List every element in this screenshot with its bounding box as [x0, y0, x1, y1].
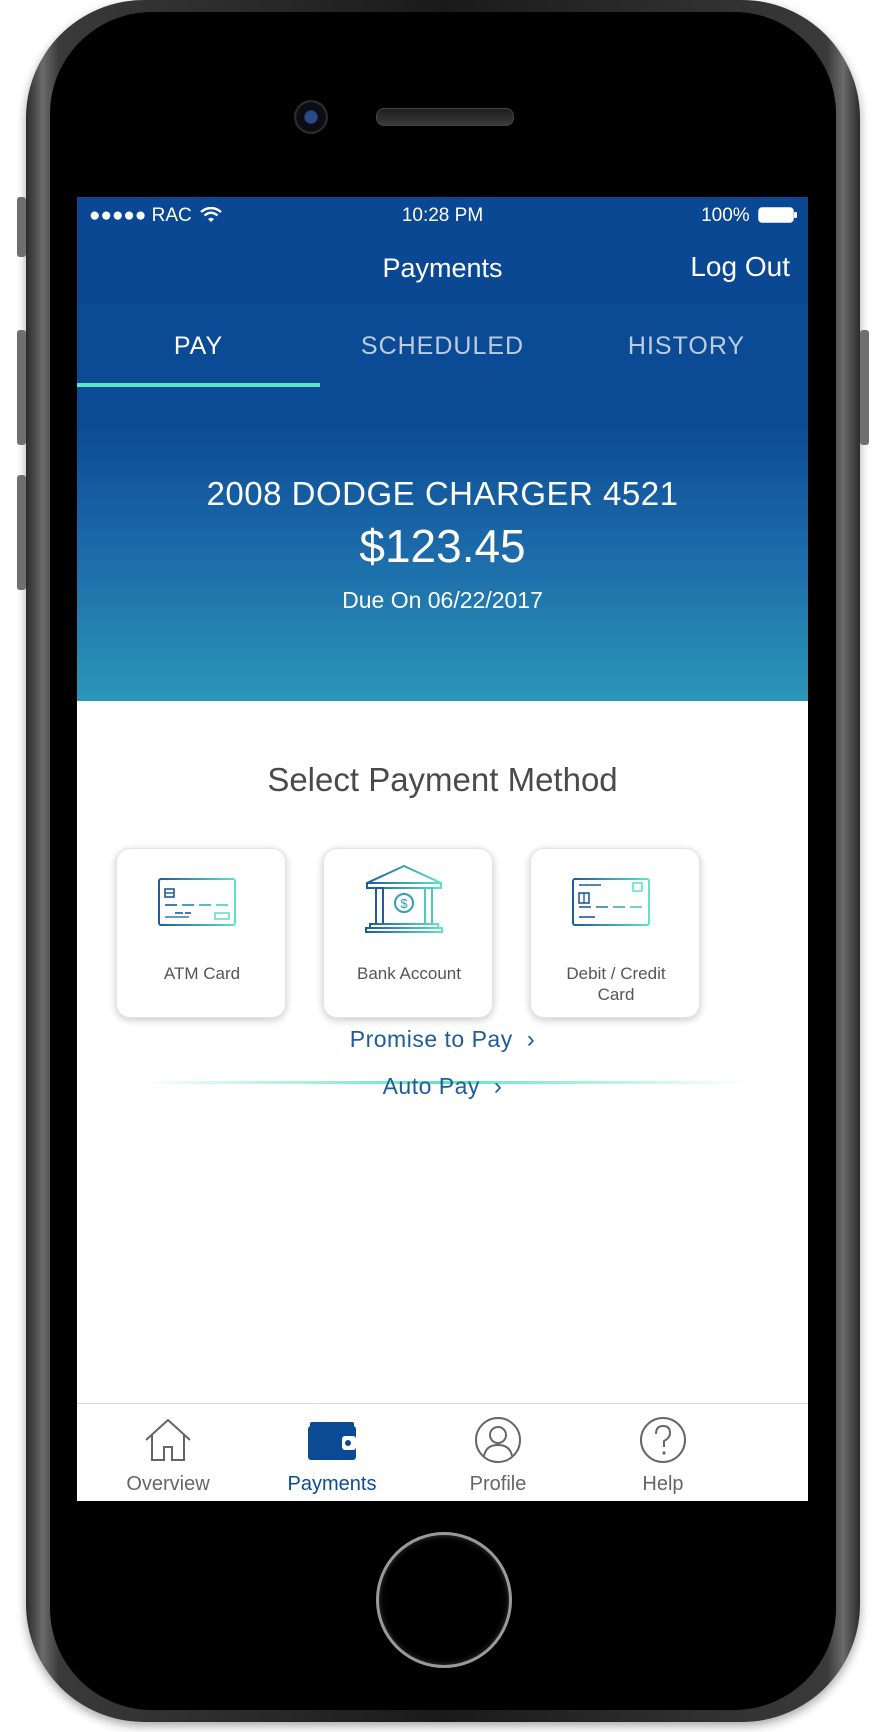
profile-icon	[475, 1417, 521, 1463]
atm-card-icon	[158, 878, 236, 926]
bottom-nav: Overview Payments Profile Help	[77, 1403, 808, 1501]
tab-scheduled[interactable]: SCHEDULED	[321, 304, 564, 389]
svg-text:$: $	[400, 896, 408, 911]
tab-history[interactable]: HISTORY	[565, 304, 808, 389]
vehicle-name: 2008 DODGE CHARGER 4521	[206, 475, 679, 512]
nav-overview-label: Overview	[126, 1473, 210, 1495]
wallet-icon	[308, 1422, 356, 1460]
credit-card-icon	[572, 878, 650, 926]
bank-account-option[interactable]: $ Bank Account	[323, 848, 493, 1018]
help-icon	[640, 1417, 686, 1463]
debit-credit-card-option[interactable]: Debit / Credit Card	[530, 848, 700, 1018]
bank-icon: $	[365, 864, 443, 933]
nav-payments-label: Payments	[287, 1473, 377, 1495]
chevron-right-icon: ›	[526, 1026, 536, 1053]
nav-overview[interactable]: Overview	[77, 1404, 259, 1501]
mute-switch	[17, 197, 26, 257]
active-tab-indicator	[77, 383, 320, 387]
nav-profile[interactable]: Profile	[407, 1404, 589, 1501]
promise-to-pay-link[interactable]: Promise to Pay ›	[77, 1026, 808, 1054]
atm-card-option[interactable]: ATM Card	[116, 848, 286, 1018]
battery-icon	[758, 207, 797, 223]
volume-up-button	[17, 330, 26, 445]
due-date: Due On 06/22/2017	[342, 587, 543, 613]
status-battery: 100%	[701, 205, 798, 227]
battery-text: 100%	[701, 205, 750, 226]
atm-card-label: ATM Card	[163, 964, 241, 983]
volume-down-button	[17, 475, 26, 590]
power-button	[860, 330, 869, 445]
nav-profile-label: Profile	[469, 1473, 527, 1495]
nav-payments[interactable]: Payments	[241, 1404, 423, 1501]
earpiece-speaker	[376, 108, 514, 126]
bank-account-label: Bank Account	[357, 964, 461, 983]
auto-pay-label: Auto Pay	[382, 1073, 480, 1099]
payment-method-heading: Select Payment Method	[267, 761, 618, 798]
auto-pay-link[interactable]: Auto Pay ›	[77, 1073, 808, 1101]
debit-credit-card-label: Debit / Credit Card	[566, 964, 666, 1004]
logout-button[interactable]: Log Out	[690, 251, 790, 283]
home-icon	[145, 1418, 191, 1461]
front-camera	[294, 100, 328, 134]
home-button[interactable]	[376, 1532, 512, 1668]
promise-to-pay-label: Promise to Pay	[349, 1026, 513, 1052]
amount-due: $123.45	[359, 520, 526, 572]
nav-help-label: Help	[642, 1473, 684, 1495]
status-time: 10:28 PM	[401, 205, 484, 226]
app-screen: ●●●●● RAC 10:28 PM 100% Payments Log Out…	[77, 197, 808, 1501]
tab-bar: PAY SCHEDULED HISTORY	[77, 304, 808, 389]
nav-help[interactable]: Help	[572, 1404, 754, 1501]
chevron-right-icon: ›	[493, 1073, 503, 1100]
tab-pay[interactable]: PAY	[77, 304, 320, 389]
